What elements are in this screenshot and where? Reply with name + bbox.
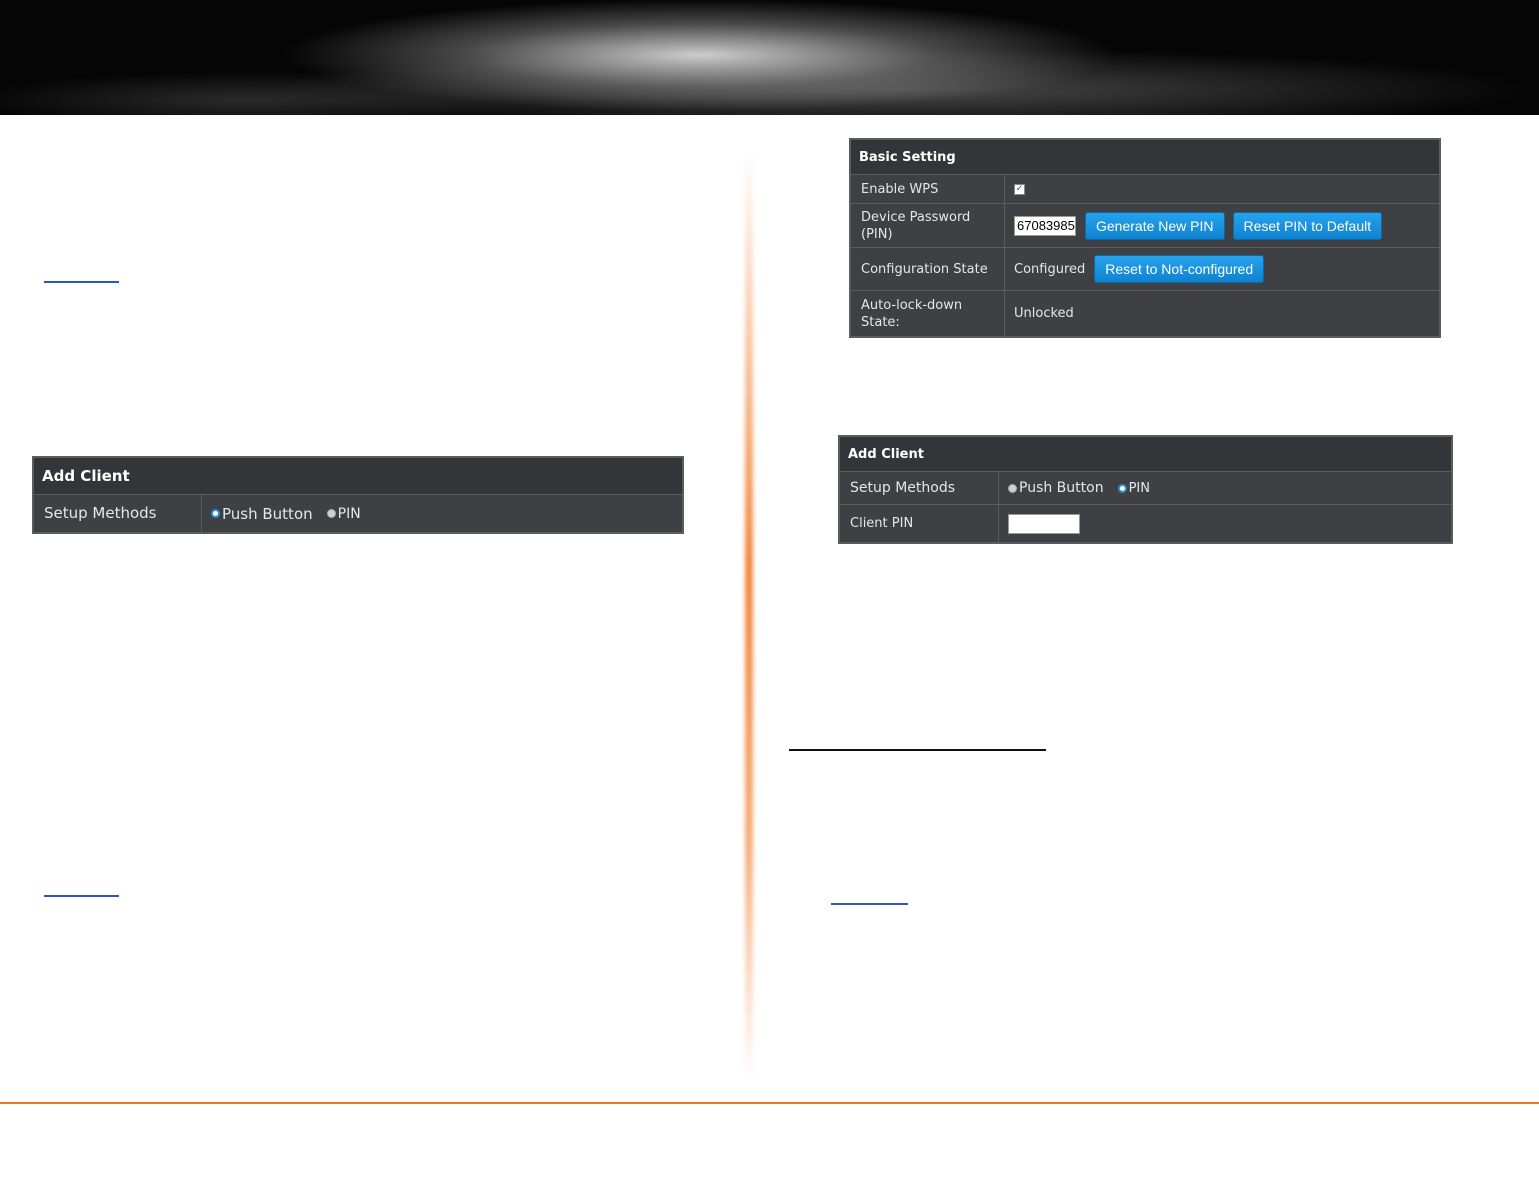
footer-divider (0, 1102, 1539, 1104)
client-pin-input[interactable] (1008, 513, 1080, 534)
radio-unselected-icon[interactable] (326, 509, 336, 518)
push-button-radio[interactable]: Push Button (211, 505, 313, 523)
client-pin-value (999, 505, 1451, 542)
configuration-state-text: Configured (1014, 261, 1086, 277)
column-divider (745, 150, 753, 1080)
push-button-radio[interactable]: Push Button (1008, 480, 1104, 496)
push-button-label: Push Button (222, 504, 313, 523)
auto-lock-label: Auto-lock-down State: (851, 291, 1005, 336)
pin-label: PIN (1128, 480, 1150, 496)
device-pin-field[interactable]: 67083985 (1014, 215, 1076, 236)
add-client-title: Add Client (840, 437, 1451, 472)
hyperlink-underline[interactable] (44, 895, 119, 897)
radio-selected-icon[interactable] (1117, 483, 1127, 493)
configuration-state-value: Configured Reset to Not-configured (1005, 248, 1439, 290)
client-pin-label: Client PIN (840, 505, 999, 542)
enable-wps-value: ✓ (1005, 175, 1439, 203)
client-pin-row: Client PIN (840, 505, 1451, 542)
setup-methods-label: Setup Methods (840, 472, 999, 504)
hyperlink-underline[interactable] (44, 281, 119, 283)
auto-lock-row: Auto-lock-down State: Unlocked (851, 291, 1439, 336)
device-password-label: Device Password (PIN) (851, 204, 1005, 247)
radio-unselected-icon[interactable] (1008, 483, 1017, 493)
configuration-state-row: Configuration State Configured Reset to … (851, 248, 1439, 291)
reset-to-not-configured-button[interactable]: Reset to Not-configured (1094, 255, 1265, 283)
setup-methods-options: Push Button PIN (999, 472, 1451, 504)
radio-selected-icon[interactable] (211, 509, 220, 518)
generate-new-pin-button[interactable]: Generate New PIN (1085, 211, 1225, 240)
device-password-value: 67083985 Generate New PIN Reset PIN to D… (1005, 204, 1439, 247)
setup-methods-row: Setup Methods Push Button PIN (34, 495, 682, 532)
auto-lock-value: Unlocked (1005, 291, 1439, 336)
enable-wps-checkbox[interactable]: ✓ (1014, 183, 1025, 195)
header-banner (0, 0, 1539, 115)
section-heading-underline (789, 749, 1046, 751)
setup-methods-row: Setup Methods Push Button PIN (840, 472, 1451, 505)
basic-setting-panel: Basic Setting Enable WPS ✓ Device Passwo… (849, 138, 1441, 338)
configuration-state-label: Configuration State (851, 248, 1005, 290)
pin-radio[interactable]: PIN (326, 505, 361, 522)
add-client-panel-right: Add Client Setup Methods Push Button PIN… (838, 435, 1453, 544)
pin-radio[interactable]: PIN (1117, 480, 1150, 496)
enable-wps-row: Enable WPS ✓ (851, 175, 1439, 204)
add-client-panel-left: Add Client Setup Methods Push Button PIN (32, 456, 684, 534)
push-button-label: Push Button (1019, 480, 1104, 496)
device-password-row: Device Password (PIN) 67083985 Generate … (851, 204, 1439, 248)
pin-label: PIN (337, 505, 361, 522)
basic-setting-title: Basic Setting (851, 140, 1439, 175)
reset-pin-to-default-button[interactable]: Reset PIN to Default (1232, 211, 1383, 240)
setup-methods-label: Setup Methods (34, 495, 202, 532)
add-client-title: Add Client (34, 458, 682, 495)
hyperlink-underline[interactable] (831, 903, 908, 905)
enable-wps-label: Enable WPS (851, 175, 1005, 203)
setup-methods-options: Push Button PIN (202, 495, 682, 532)
